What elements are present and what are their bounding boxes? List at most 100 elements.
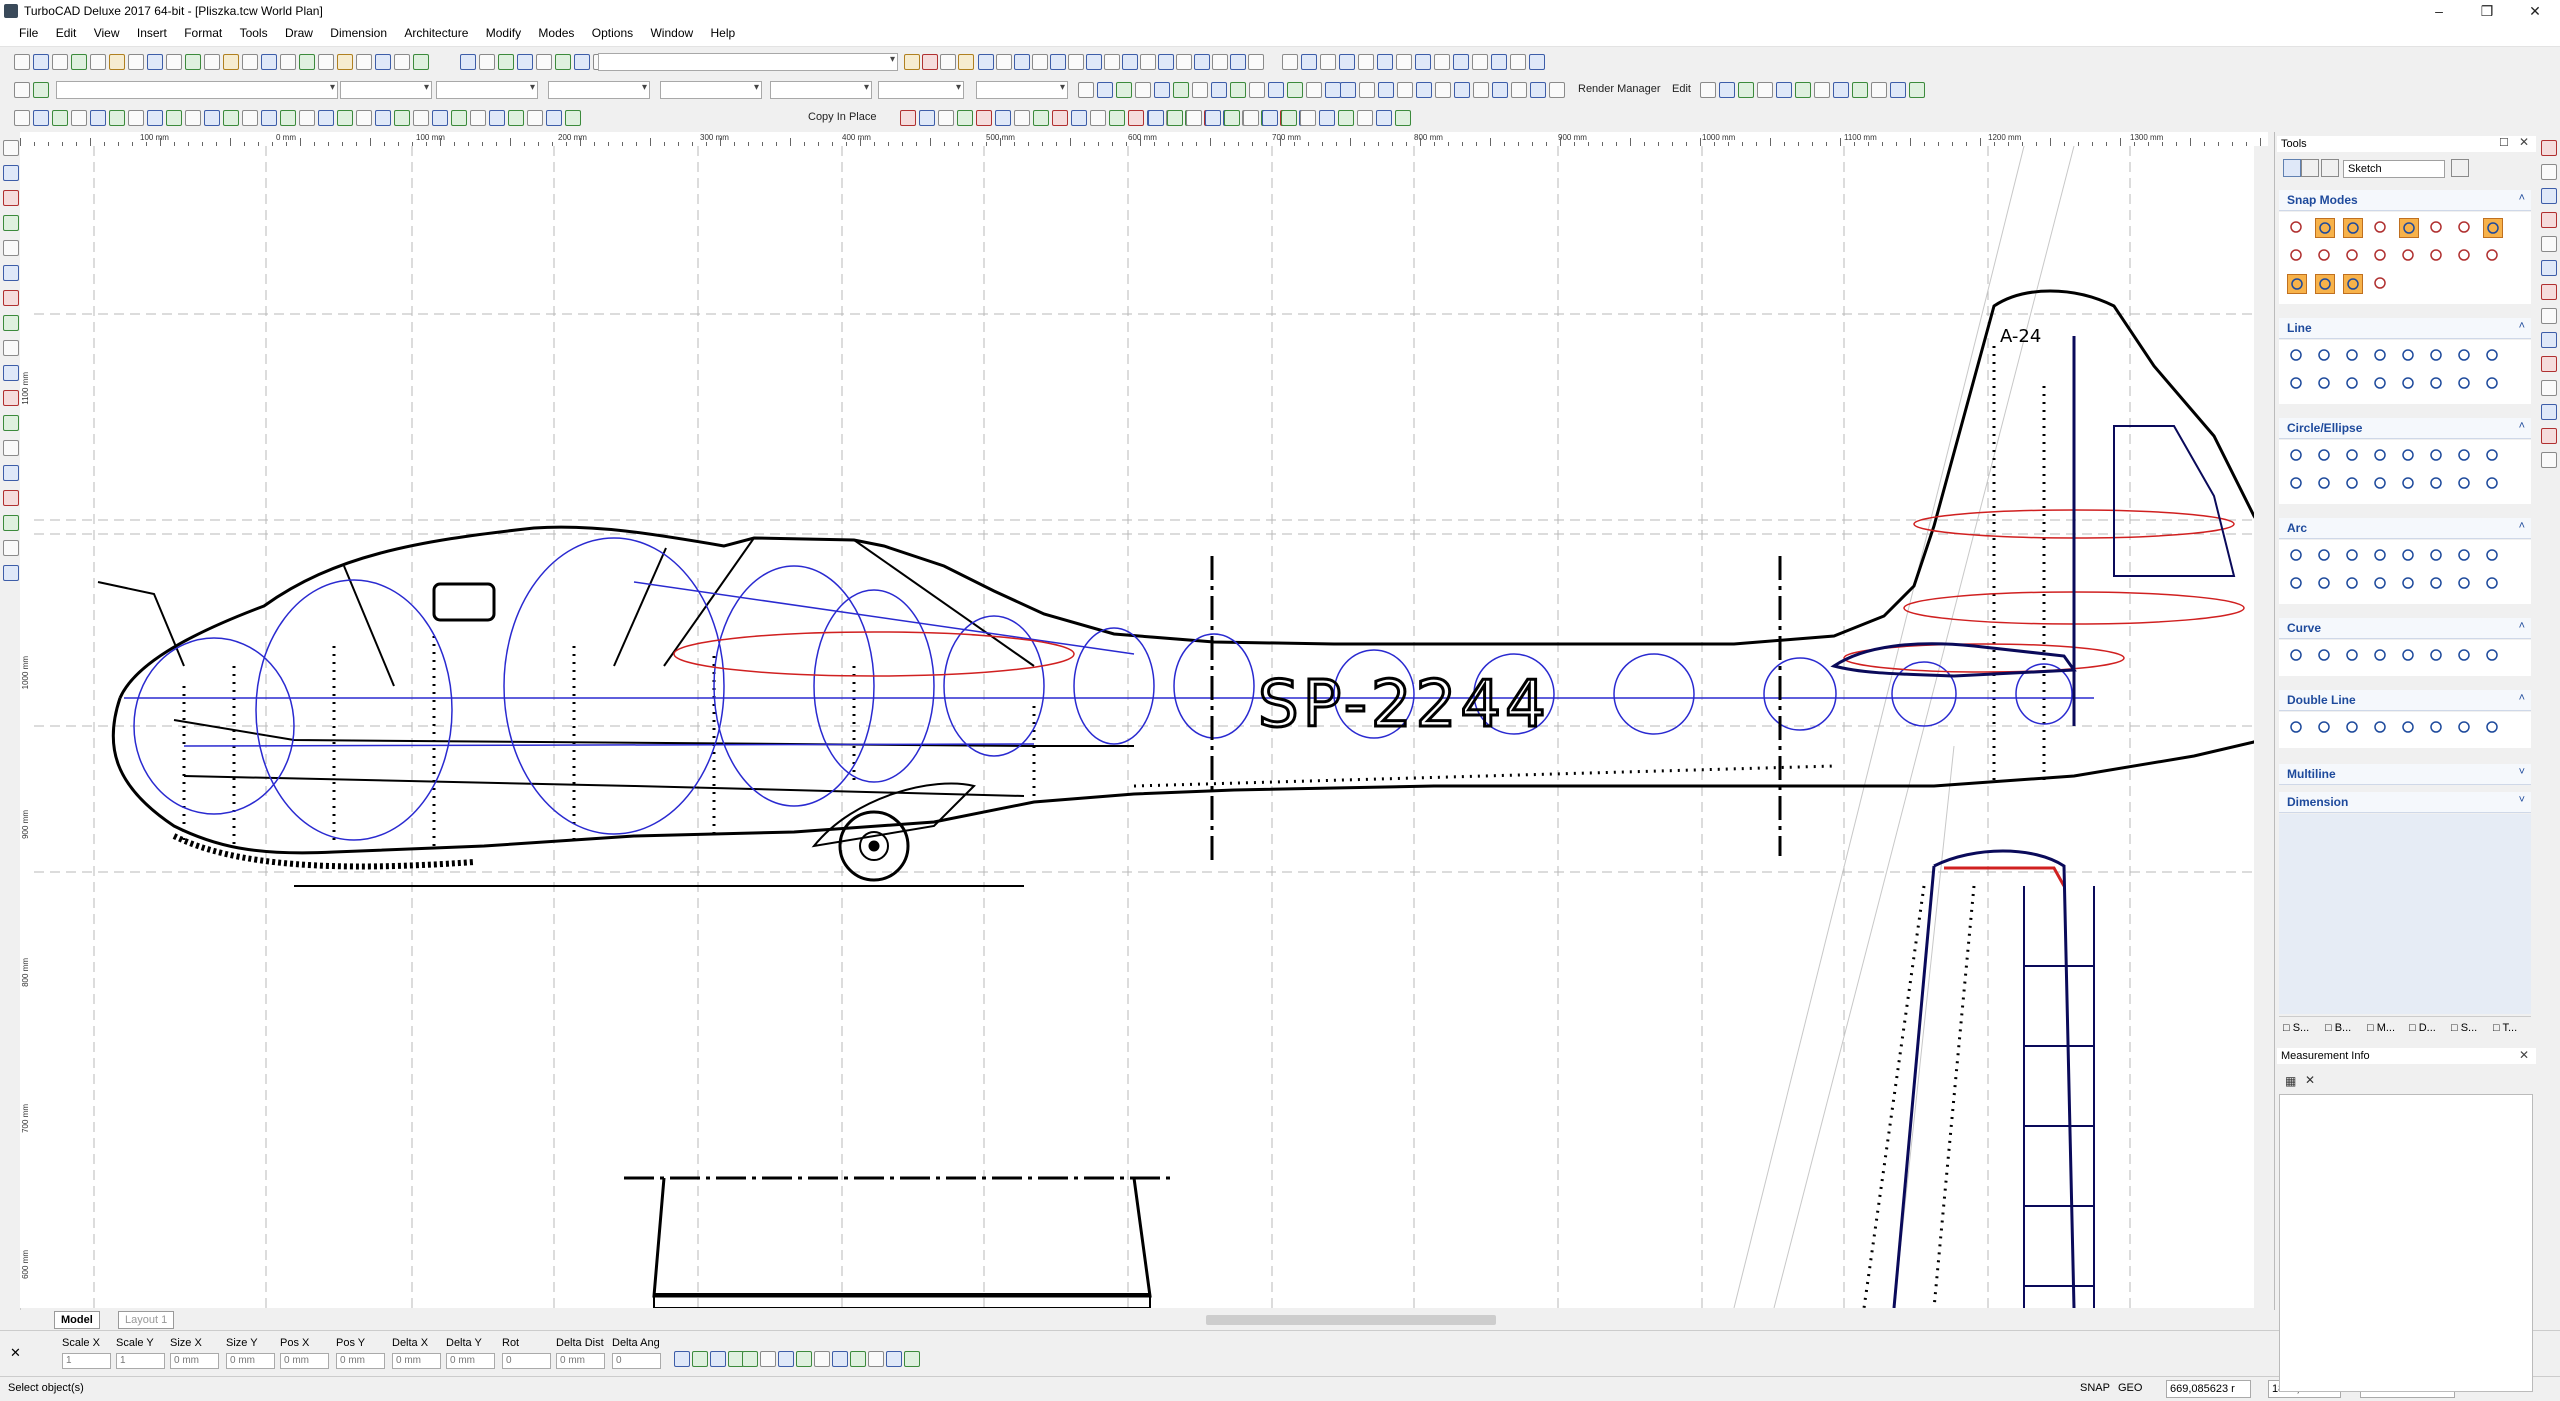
render-tool-icon[interactable] bbox=[1549, 82, 1565, 98]
modify-tool-icon[interactable] bbox=[546, 110, 562, 126]
draw-tool-icon[interactable] bbox=[1071, 110, 1087, 126]
expand-chevron-icon[interactable]: ˅ bbox=[2519, 766, 2525, 778]
modify-tool-icon[interactable] bbox=[261, 110, 277, 126]
horizontal-scrollbar[interactable] bbox=[230, 1312, 2260, 1328]
object-tool-icon[interactable] bbox=[1325, 82, 1341, 98]
geo-indicator[interactable]: GEO bbox=[2118, 1382, 2142, 1394]
snap-tool-icon[interactable] bbox=[1248, 54, 1264, 70]
copy-in-place-label[interactable]: Copy In Place bbox=[808, 111, 876, 123]
render-tool-icon[interactable] bbox=[1530, 82, 1546, 98]
modify-tool-icon[interactable] bbox=[204, 110, 220, 126]
tool-button[interactable] bbox=[2455, 546, 2473, 564]
inspector-close-icon[interactable]: ✕ bbox=[10, 1345, 21, 1361]
minimize-button[interactable]: – bbox=[2416, 0, 2462, 22]
menu-options[interactable]: Options bbox=[585, 22, 640, 40]
menu-edit[interactable]: Edit bbox=[49, 22, 84, 40]
tool-button[interactable] bbox=[2455, 574, 2473, 592]
side-tool-icon[interactable] bbox=[2541, 380, 2557, 396]
toolbar-tool-icon[interactable] bbox=[356, 54, 372, 70]
draw-tool-icon[interactable] bbox=[919, 110, 935, 126]
menu-insert[interactable]: Insert bbox=[130, 22, 174, 40]
modify-tool-icon[interactable] bbox=[565, 110, 581, 126]
left-tool-icon[interactable] bbox=[3, 540, 19, 556]
modify-tool-icon[interactable] bbox=[109, 110, 125, 126]
object-tool-icon[interactable] bbox=[1078, 82, 1094, 98]
modify-tool-icon[interactable] bbox=[470, 110, 486, 126]
command-input[interactable] bbox=[598, 53, 898, 71]
section-dimension[interactable]: Dimension ˅ bbox=[2279, 792, 2531, 813]
edit-tool-icon[interactable] bbox=[1167, 110, 1183, 126]
tool-button[interactable] bbox=[2399, 718, 2417, 736]
clear-measurement-icon[interactable]: ✕ bbox=[2305, 1073, 2315, 1087]
tools-bottom-tab[interactable]: □ S... bbox=[2451, 1022, 2477, 1034]
render-tool-icon[interactable] bbox=[1359, 82, 1375, 98]
side-tool-icon[interactable] bbox=[2541, 428, 2557, 444]
edit-tool-icon[interactable] bbox=[1281, 110, 1297, 126]
modify-tool-icon[interactable] bbox=[394, 110, 410, 126]
left-tool-icon[interactable] bbox=[3, 465, 19, 481]
view-tool-icon[interactable] bbox=[555, 54, 571, 70]
material-tool-icon[interactable] bbox=[1700, 82, 1716, 98]
grid-view-icon[interactable]: ▦ bbox=[2285, 1074, 2296, 1088]
tool-button[interactable] bbox=[2427, 474, 2445, 492]
tool-button[interactable] bbox=[2399, 574, 2417, 592]
pen-icon[interactable] bbox=[2301, 159, 2319, 177]
menu-architecture[interactable]: Architecture bbox=[397, 22, 475, 40]
material-tool-icon[interactable] bbox=[1719, 82, 1735, 98]
visibility-tool-icon[interactable] bbox=[1472, 54, 1488, 70]
edit-tool-icon[interactable] bbox=[1319, 110, 1335, 126]
layer-tool-icon[interactable] bbox=[958, 54, 974, 70]
collapse-chevron-icon[interactable]: ˄ bbox=[2519, 320, 2525, 332]
tool-button[interactable] bbox=[2343, 646, 2361, 664]
tool-button[interactable] bbox=[2371, 346, 2389, 364]
menu-help[interactable]: Help bbox=[704, 22, 743, 40]
object-tool-icon[interactable] bbox=[1116, 82, 1132, 98]
tool-button[interactable] bbox=[2455, 446, 2473, 464]
tool-button[interactable] bbox=[2315, 574, 2333, 592]
tool-button[interactable] bbox=[2427, 218, 2445, 236]
tool-button[interactable] bbox=[2343, 246, 2361, 264]
menu-modes[interactable]: Modes bbox=[531, 22, 581, 40]
side-tool-icon[interactable] bbox=[2541, 356, 2557, 372]
tool-button[interactable] bbox=[2455, 718, 2473, 736]
render-tool-icon[interactable] bbox=[1492, 82, 1508, 98]
section-curve[interactable]: Curve ˄ bbox=[2279, 618, 2531, 639]
maximize-button[interactable]: ❒ bbox=[2464, 0, 2510, 22]
edit-tool-icon[interactable] bbox=[1395, 110, 1411, 126]
tool-button[interactable] bbox=[2315, 346, 2333, 364]
view-tool-icon[interactable] bbox=[498, 54, 514, 70]
left-tool-icon[interactable] bbox=[3, 565, 19, 581]
visibility-tool-icon[interactable] bbox=[1377, 54, 1393, 70]
view-tool-icon[interactable] bbox=[536, 54, 552, 70]
left-tool-icon[interactable] bbox=[3, 490, 19, 506]
tool-button[interactable] bbox=[2343, 546, 2361, 564]
side-tool-icon[interactable] bbox=[2541, 332, 2557, 348]
tool-button[interactable] bbox=[2287, 346, 2305, 364]
snap-tool-icon[interactable] bbox=[1158, 54, 1174, 70]
render-manager-label[interactable]: Render Manager bbox=[1578, 83, 1661, 95]
snap-tool-icon[interactable] bbox=[1176, 54, 1192, 70]
modify-tool-icon[interactable] bbox=[90, 110, 106, 126]
draw-tool-icon[interactable] bbox=[1109, 110, 1125, 126]
toolbar-tool-icon[interactable] bbox=[204, 54, 220, 70]
left-tool-icon[interactable] bbox=[3, 415, 19, 431]
object-tool-icon[interactable] bbox=[1154, 82, 1170, 98]
left-tool-icon[interactable] bbox=[3, 440, 19, 456]
snap-tool-icon[interactable] bbox=[996, 54, 1012, 70]
visibility-tool-icon[interactable] bbox=[1529, 54, 1545, 70]
tool-button[interactable] bbox=[2427, 646, 2445, 664]
menu-dimension[interactable]: Dimension bbox=[323, 22, 394, 40]
toolbar-tool-icon[interactable] bbox=[242, 54, 258, 70]
inspector-mode-icon[interactable] bbox=[692, 1351, 708, 1367]
visibility-tool-icon[interactable] bbox=[1358, 54, 1374, 70]
tool-button[interactable] bbox=[2427, 346, 2445, 364]
menu-modify[interactable]: Modify bbox=[479, 22, 528, 40]
panel-close-icon[interactable]: ✕ bbox=[2519, 135, 2529, 149]
side-tool-icon[interactable] bbox=[2541, 140, 2557, 156]
render-tool-icon[interactable] bbox=[1340, 82, 1356, 98]
tool-button[interactable] bbox=[2427, 546, 2445, 564]
tool-button[interactable] bbox=[2343, 274, 2363, 294]
tool-button[interactable] bbox=[2343, 218, 2363, 238]
section-arc[interactable]: Arc ˄ bbox=[2279, 518, 2531, 539]
edit-tool-icon[interactable] bbox=[1205, 110, 1221, 126]
